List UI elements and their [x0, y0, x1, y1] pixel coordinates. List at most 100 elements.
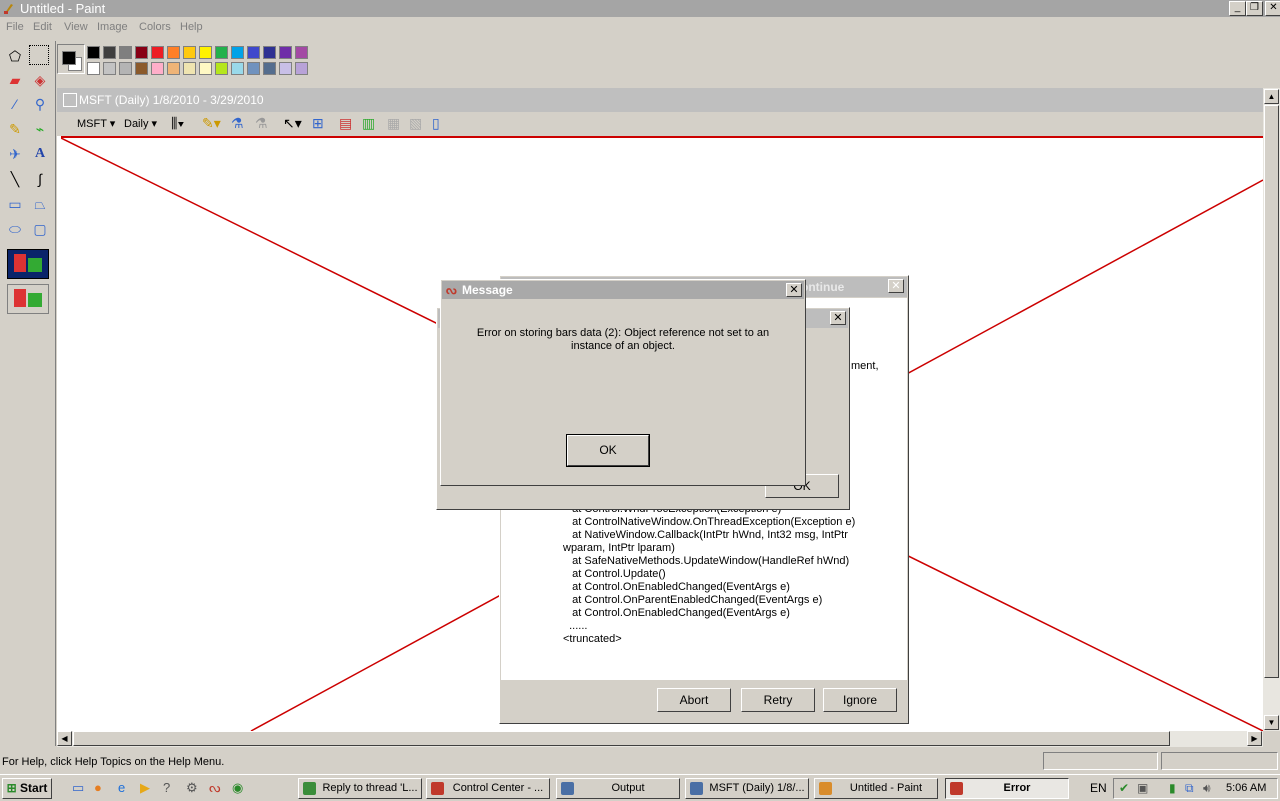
- free-select-icon[interactable]: ⬠: [4, 45, 26, 67]
- palette-swatch[interactable]: [119, 62, 132, 75]
- period-dropdown[interactable]: Daily ▾: [124, 117, 157, 130]
- palette-swatch[interactable]: [215, 62, 228, 75]
- close-button[interactable]: ✕: [1265, 1, 1280, 16]
- transparent-option-icon[interactable]: [7, 284, 49, 314]
- maximize-button[interactable]: ❐: [1246, 1, 1263, 16]
- chart-export-icon[interactable]: ▧: [409, 115, 422, 132]
- palette-swatch[interactable]: [247, 46, 260, 59]
- magnifier-icon[interactable]: ⚲: [29, 93, 51, 115]
- message-ok-button[interactable]: OK: [566, 434, 650, 467]
- message-dialog-close-icon[interactable]: ✕: [786, 283, 802, 297]
- palette-swatch[interactable]: [199, 46, 212, 59]
- curve-icon[interactable]: ∫: [29, 168, 51, 190]
- palette-swatch[interactable]: [103, 62, 116, 75]
- airbrush-icon[interactable]: ✈: [4, 143, 26, 165]
- draw-pencil-icon[interactable]: ✎▾: [202, 115, 221, 132]
- tool-icon[interactable]: ⚙: [186, 780, 198, 796]
- zoom-icon[interactable]: ⊞: [312, 115, 324, 132]
- rectangle-icon[interactable]: ▭: [4, 193, 26, 215]
- palette-swatch[interactable]: [295, 46, 308, 59]
- volume-icon[interactable]: 🔊︎: [1203, 781, 1211, 796]
- color-picker-icon[interactable]: ⁄: [4, 93, 26, 115]
- chart-print-icon[interactable]: ▦: [387, 115, 400, 132]
- palette-swatch[interactable]: [183, 46, 196, 59]
- palette-swatch[interactable]: [87, 62, 100, 75]
- error-dialog-close-icon[interactable]: ✕: [888, 279, 904, 293]
- rounded-rect-icon[interactable]: ▢: [29, 218, 51, 240]
- chrome-icon[interactable]: ◉: [232, 780, 243, 796]
- menu-image[interactable]: Image: [97, 21, 128, 33]
- palette-swatch[interactable]: [103, 46, 116, 59]
- text-tool-icon[interactable]: A: [29, 143, 51, 165]
- palette-swatch[interactable]: [231, 62, 244, 75]
- ignore-button[interactable]: Ignore: [823, 688, 897, 712]
- media-icon[interactable]: ▶: [140, 780, 150, 796]
- firefox-icon[interactable]: ●: [94, 780, 102, 795]
- vertical-scroll-thumb[interactable]: [1264, 105, 1279, 678]
- brush-icon[interactable]: ⌁: [29, 118, 51, 140]
- foreground-color-swatch[interactable]: [62, 51, 76, 65]
- palette-swatch[interactable]: [247, 62, 260, 75]
- palette-swatch[interactable]: [167, 62, 180, 75]
- pointer-icon[interactable]: ↖▾: [283, 115, 302, 132]
- horizontal-scrollbar[interactable]: ◀ ▶: [57, 731, 1263, 747]
- scroll-right-icon[interactable]: ▶: [1247, 731, 1262, 746]
- help-icon[interactable]: ?: [163, 780, 170, 795]
- trading-app-icon[interactable]: ᔓ: [209, 780, 221, 796]
- palette-swatch[interactable]: [231, 46, 244, 59]
- retry-button[interactable]: Retry: [741, 688, 815, 712]
- palette-swatch[interactable]: [167, 46, 180, 59]
- task-msft-chart[interactable]: MSFT (Daily) 1/8/...: [685, 778, 809, 799]
- menu-view[interactable]: View: [64, 21, 88, 33]
- scroll-up-icon[interactable]: ▲: [1264, 89, 1279, 104]
- clock[interactable]: 5:06 AM: [1226, 782, 1266, 794]
- polygon-icon[interactable]: ⏢: [29, 193, 51, 215]
- bar-style-icon[interactable]: ⫼▾: [171, 115, 184, 132]
- symbol-dropdown[interactable]: MSFT ▾: [77, 117, 115, 130]
- task-error[interactable]: Error: [945, 778, 1069, 799]
- menu-help[interactable]: Help: [180, 21, 203, 33]
- network-icon[interactable]: ▣: [1137, 781, 1148, 795]
- details-dialog-close-icon[interactable]: ✕: [830, 311, 846, 325]
- scroll-left-icon[interactable]: ◀: [57, 731, 72, 746]
- palette-swatch[interactable]: [279, 46, 292, 59]
- menu-file[interactable]: File: [6, 21, 24, 33]
- chart-data-icon[interactable]: ▥: [362, 115, 375, 132]
- line-icon[interactable]: ╲: [4, 168, 26, 190]
- rect-select-icon[interactable]: [29, 45, 49, 65]
- ie-icon[interactable]: e: [118, 780, 125, 795]
- palette-swatch[interactable]: [135, 46, 148, 59]
- palette-swatch[interactable]: [151, 62, 164, 75]
- palette-swatch[interactable]: [151, 46, 164, 59]
- palette-swatch[interactable]: [199, 62, 212, 75]
- palette-swatch[interactable]: [183, 62, 196, 75]
- palette-swatch[interactable]: [263, 46, 276, 59]
- menu-colors[interactable]: Colors: [139, 21, 171, 33]
- task-output[interactable]: Output: [556, 778, 680, 799]
- palette-swatch[interactable]: [215, 46, 228, 59]
- palette-swatch[interactable]: [135, 62, 148, 75]
- eraser-icon[interactable]: ▰: [4, 69, 26, 91]
- minimize-button[interactable]: _: [1229, 1, 1246, 16]
- connection-icon[interactable]: ⧉: [1185, 781, 1194, 796]
- scroll-down-icon[interactable]: ▼: [1264, 715, 1279, 730]
- task-reply-thread[interactable]: Reply to thread 'L...: [298, 778, 422, 799]
- menu-edit[interactable]: Edit: [33, 21, 52, 33]
- fill-bucket-icon[interactable]: ◈: [29, 69, 51, 91]
- palette-swatch[interactable]: [279, 62, 292, 75]
- ellipse-icon[interactable]: ⬭: [4, 218, 26, 240]
- start-button[interactable]: ⊞ Start: [2, 778, 52, 799]
- opaque-option-icon[interactable]: [7, 249, 49, 279]
- chart-layout-icon[interactable]: ▤: [339, 115, 352, 132]
- task-paint[interactable]: Untitled - Paint: [814, 778, 938, 799]
- palette-swatch[interactable]: [119, 46, 132, 59]
- chart-properties-icon[interactable]: ▯: [432, 115, 440, 132]
- task-control-center[interactable]: Control Center - ...: [426, 778, 550, 799]
- battery-icon[interactable]: ▮: [1169, 781, 1176, 795]
- pencil-icon[interactable]: ✎: [4, 118, 26, 140]
- add-indicator-icon[interactable]: ⚗: [231, 115, 244, 132]
- vertical-scrollbar[interactable]: ▲ ▼: [1263, 88, 1280, 731]
- language-indicator[interactable]: EN: [1090, 781, 1107, 795]
- show-desktop-icon[interactable]: ▭: [72, 780, 84, 796]
- security-icon[interactable]: ✔: [1119, 781, 1129, 795]
